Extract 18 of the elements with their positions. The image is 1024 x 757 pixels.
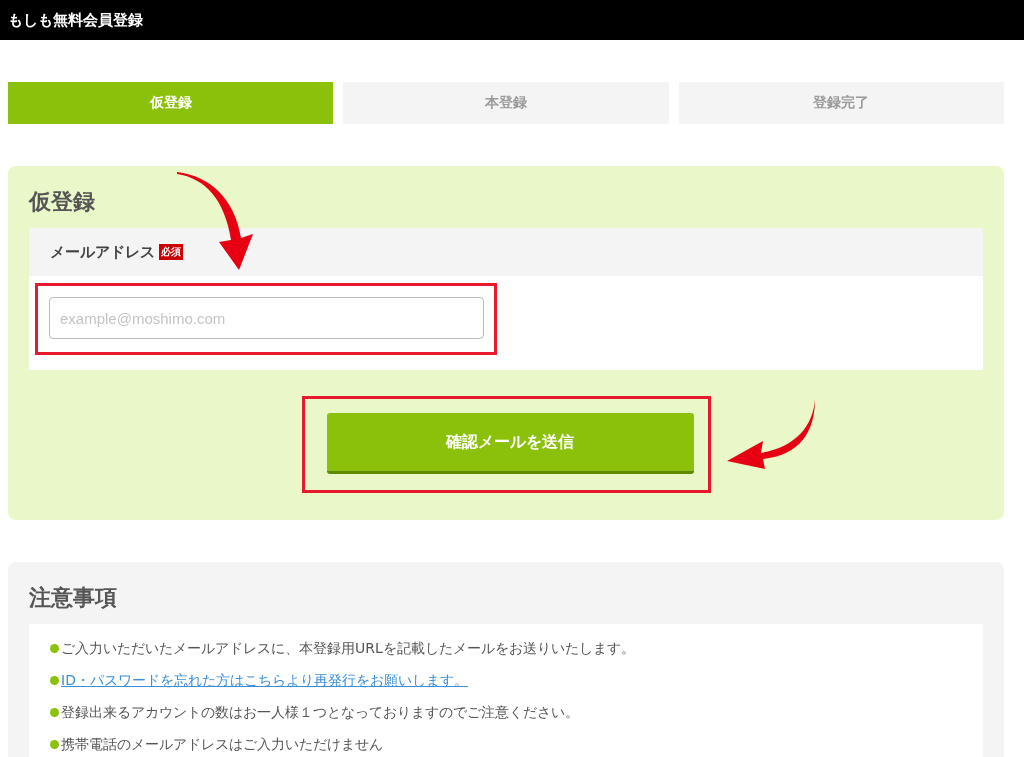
site-title: もしも無料会員登録: [8, 10, 143, 30]
section-heading: 仮登録: [29, 188, 96, 216]
progress-step: 本登録: [343, 82, 669, 124]
progress-step: 仮登録: [8, 82, 334, 124]
bullet-icon: [50, 643, 59, 653]
note-text: 携帯電話のメールアドレスはご入力いただけません: [61, 735, 383, 754]
bullet-icon: [50, 675, 59, 685]
bullet-icon: [50, 739, 59, 749]
note-text: 登録出来るアカウントの数はお一人様１つとなっておりますのでご注意ください。: [61, 703, 579, 722]
field-label: メールアドレス: [50, 242, 155, 262]
required-badge: 必須: [159, 244, 183, 260]
reissue-link[interactable]: ID・パスワードを忘れた方はこちらより再発行をお願いします。: [61, 670, 468, 690]
email-field[interactable]: example@moshimo.com: [49, 297, 484, 339]
bullet-icon: [50, 707, 59, 717]
section-heading: 注意事項: [29, 584, 118, 612]
note-text: ご入力いただいたメールアドレスに、本登録用URLを記載したメールをお送りいたします。: [61, 639, 635, 658]
progress-step: 登録完了: [678, 82, 1004, 124]
send-confirmation-button[interactable]: 確認メールを送信: [326, 413, 694, 474]
